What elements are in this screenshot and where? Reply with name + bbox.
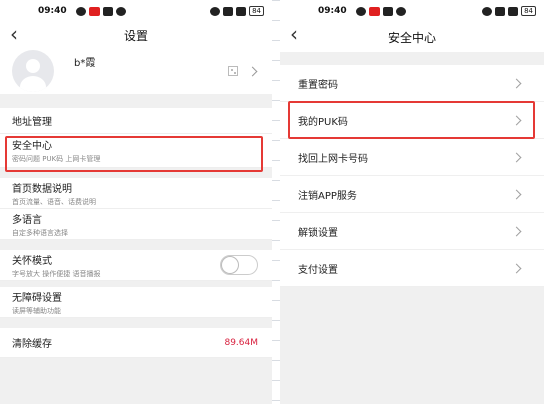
item-label: 找回上网卡号码 [298,153,368,165]
security-center-screen: 09:40 84 ‹ 安全中心 重置密码 我的PUK码 找回上网卡号码 注销AP… [280,0,544,404]
item-label: 清除缓存 [12,339,52,350]
settings-item-clear-cache[interactable]: 清除缓存 89.64M [0,328,272,358]
alarm-icon [482,6,493,16]
battery-icon: 84 [521,6,536,16]
alarm-icon [210,6,221,16]
item-label: 重置密码 [298,79,338,91]
chevron-right-icon [511,152,522,163]
section-divider [280,52,544,65]
qr-code-icon[interactable] [228,66,238,76]
item-label: 无障碍设置 [12,292,62,304]
profile-name: b*霞 [74,58,96,69]
notification-icon [395,6,406,16]
settings-screen: 09:40 84 ‹ 设置 b*霞 地址管理 安全中心 密码问题 PUK码 上网… [0,0,272,404]
cache-size-value: 89.64M [224,337,258,348]
status-bar: 09:40 84 [0,0,272,22]
status-time: 09:40 [38,6,67,16]
settings-item-address[interactable]: 地址管理 [0,108,272,134]
settings-item-language[interactable]: 多语言 自定多种语言选择 [0,209,272,240]
app-notification-icon [88,6,100,16]
nav-bar: ‹ 设置 [0,22,272,48]
battery-icon: 84 [249,6,264,16]
settings-item-home-data[interactable]: 首页数据说明 首页流量、语音、话费说明 [0,178,272,209]
security-item-recover-card-number[interactable]: 找回上网卡号码 [280,139,544,176]
item-label: 支付设置 [298,264,338,276]
chevron-right-icon [511,78,522,89]
section-divider [0,318,272,328]
chevron-right-icon [511,115,522,126]
tiktok-icon [382,6,393,16]
notification-icon [115,6,126,16]
care-mode-toggle[interactable] [220,255,258,275]
section-divider [0,240,272,250]
item-label: 首页数据说明 [12,183,72,195]
item-subtitle: 读屏等辅助功能 [12,306,61,315]
security-item-reset-password[interactable]: 重置密码 [280,65,544,102]
item-label: 多语言 [12,214,42,226]
security-item-cancel-app-service[interactable]: 注销APP服务 [280,176,544,213]
settings-item-security-center[interactable]: 安全中心 密码问题 PUK码 上网卡管理 [0,134,272,168]
toggle-knob [222,257,238,273]
security-item-my-puk[interactable]: 我的PUK码 [280,102,544,139]
nav-bar: ‹ 安全中心 [280,22,544,52]
item-label: 安全中心 [12,141,52,152]
chevron-right-icon [511,226,522,237]
settings-item-care-mode[interactable]: 关怀模式 字号放大 操作便捷 语音播报 [0,250,272,281]
security-item-unlock-settings[interactable]: 解锁设置 [280,213,544,250]
chevron-right-icon [511,263,522,274]
chevron-right-icon [511,189,522,200]
status-bar: 09:40 84 [280,0,544,22]
section-divider [0,168,272,178]
status-time: 09:40 [318,6,347,16]
page-title: 设置 [123,28,148,43]
item-label: 注销APP服务 [298,190,357,202]
security-item-payment-settings[interactable]: 支付设置 [280,250,544,287]
settings-item-accessibility[interactable]: 无障碍设置 读屏等辅助功能 [0,287,272,318]
tiktok-icon [102,6,113,16]
avatar[interactable] [12,50,54,92]
page-title: 安全中心 [387,30,436,45]
chevron-right-icon [247,66,258,77]
item-subtitle: 首页流量、语音、话费说明 [12,197,96,206]
profile-row[interactable]: b*霞 [0,48,272,94]
chat-icon [355,6,366,16]
item-label: 地址管理 [12,117,52,128]
chat-icon [75,6,86,16]
item-subtitle: 密码问题 PUK码 上网卡管理 [12,155,101,163]
wifi-icon [223,6,234,16]
wifi-icon [495,6,506,16]
app-notification-icon [368,6,380,16]
signal-icon [508,6,519,16]
back-icon[interactable]: ‹ [10,24,18,44]
item-subtitle: 自定多种语言选择 [12,228,68,237]
back-icon[interactable]: ‹ [290,24,298,44]
page-bottom [0,358,272,404]
item-label: 我的PUK码 [298,116,348,128]
section-divider [0,94,272,108]
signal-icon [236,6,247,16]
item-label: 解锁设置 [298,227,338,239]
